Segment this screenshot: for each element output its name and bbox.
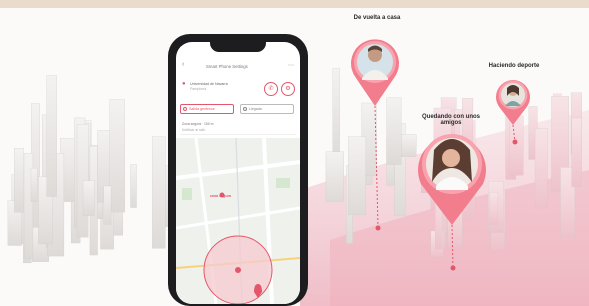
address-line-2: Pamplona — [190, 87, 207, 91]
city-building — [46, 75, 57, 197]
zone-options: Salida geofence Llegada — [180, 104, 296, 116]
city-building — [534, 128, 548, 209]
menu-icon[interactable]: ⋯ — [288, 62, 294, 69]
zone-settings-label: Zona segura · 150 m — [182, 122, 214, 126]
entry-chip[interactable]: Llegada — [240, 104, 294, 114]
zone-settings-value: Notificar al salir — [182, 128, 206, 132]
promo-banner: De vuelta a casa Haciendo deporte Quedan… — [0, 0, 589, 306]
phone-icon[interactable]: ✆ — [264, 82, 278, 96]
city-building — [103, 185, 112, 225]
city-building — [386, 97, 402, 165]
city-building — [401, 134, 417, 157]
city-building — [332, 68, 340, 160]
city-building — [82, 180, 95, 216]
phone-map[interactable]: zona segura — [176, 138, 300, 304]
city-building — [30, 168, 38, 202]
callout-label-home: De vuelta a casa — [353, 15, 401, 21]
location-pin-icon: ● — [182, 81, 186, 87]
safe-zone-chip[interactable]: Salida geofence — [180, 104, 234, 114]
address-line-1: Universidad de Navarra — [190, 82, 228, 86]
zone-label: zona segura — [210, 194, 231, 198]
app-bar: ‹ Smart Phone Settings ⋯ — [176, 58, 300, 74]
pin-anchor-dot — [450, 265, 456, 271]
callout-label-sport: Haciendo deporte — [488, 63, 540, 69]
phone-mockup: ‹ Smart Phone Settings ⋯ ● Universidad d… — [168, 34, 308, 306]
phone-notch — [210, 42, 266, 52]
city-building — [509, 115, 524, 176]
phone-screen: ‹ Smart Phone Settings ⋯ ● Universidad d… — [176, 42, 300, 304]
callout-label-friends: Quedando con unos amigos — [422, 114, 480, 127]
zone-settings-row[interactable]: Zona segura · 150 m Notificar al salir — [180, 120, 296, 135]
pin-anchor-dot — [375, 225, 381, 231]
city-building — [489, 191, 499, 225]
city-building — [109, 99, 125, 213]
city-building — [571, 117, 582, 187]
city-building — [348, 136, 366, 215]
city-building — [14, 148, 24, 213]
pin-anchor-dot — [512, 139, 518, 145]
device-address: ● Universidad de Navarra Pamplona — [182, 80, 252, 94]
city-building — [130, 164, 137, 208]
app-title: Smart Phone Settings — [206, 64, 248, 69]
city-building — [325, 151, 345, 202]
city-building — [152, 136, 166, 249]
back-arrow-icon[interactable]: ‹ — [182, 61, 184, 68]
settings-icon[interactable]: ⚙ — [281, 82, 295, 96]
